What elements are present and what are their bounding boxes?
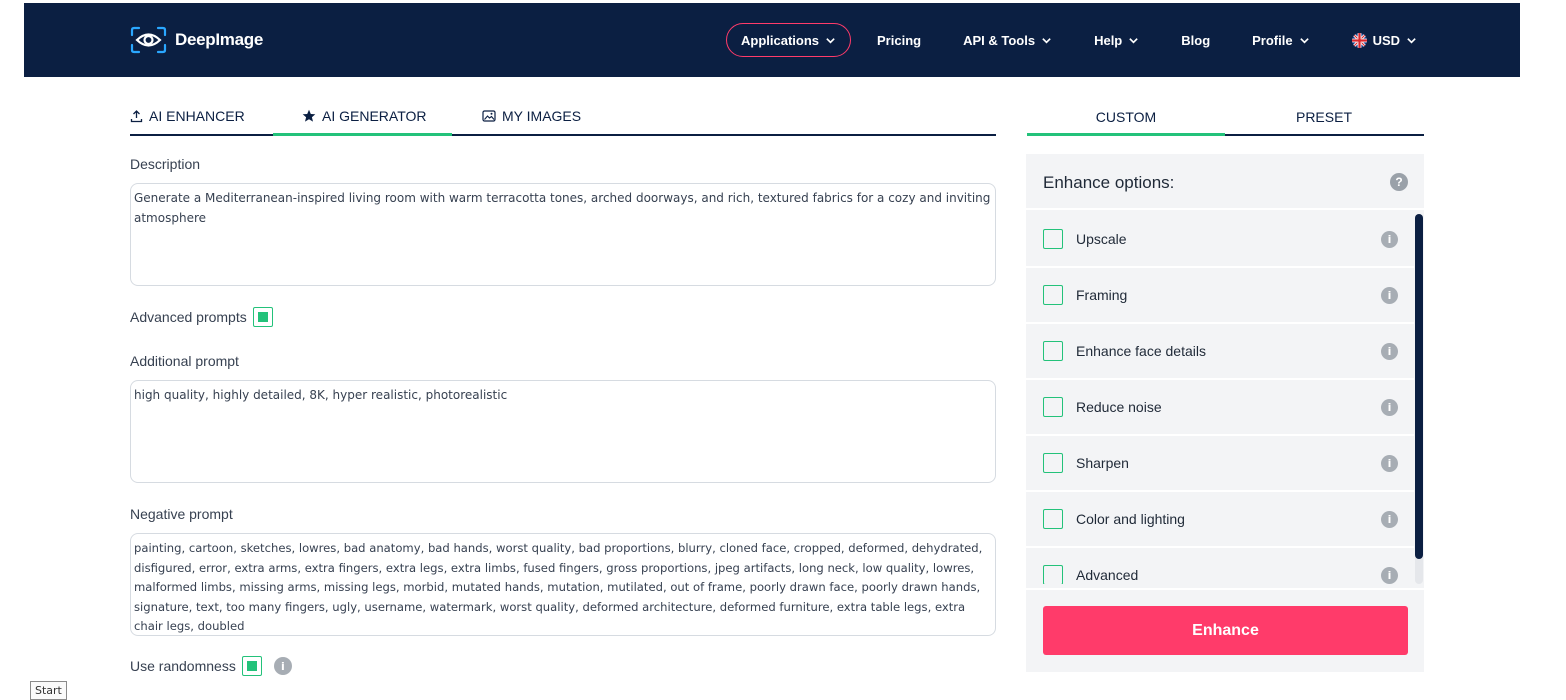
- option-label: Advanced: [1076, 567, 1139, 583]
- option-sharpen[interactable]: Sharpen i: [1026, 436, 1414, 492]
- info-icon[interactable]: i: [1381, 398, 1398, 416]
- help-icon[interactable]: ?: [1390, 173, 1408, 191]
- negative-prompt-input[interactable]: painting, cartoon, sketches, lowres, bad…: [130, 533, 996, 636]
- tab-ai-enhancer[interactable]: AI ENHANCER: [130, 104, 245, 136]
- option-checkbox[interactable]: [1043, 229, 1063, 249]
- nav-currency[interactable]: USD: [1351, 23, 1417, 57]
- advanced-prompts-checkbox[interactable]: [252, 307, 273, 327]
- description-input[interactable]: Generate a Mediterranean-inspired living…: [130, 183, 996, 286]
- option-checkbox[interactable]: [1043, 285, 1063, 305]
- active-tab-indicator: [273, 133, 452, 136]
- nav-blog[interactable]: Blog: [1181, 23, 1210, 57]
- checkbox-fill-icon: [246, 661, 257, 671]
- tab-ai-enhancer-label: AI ENHANCER: [149, 108, 245, 124]
- nav-api-tools-label: API & Tools: [963, 32, 1036, 48]
- option-label: Enhance face details: [1076, 343, 1206, 359]
- info-icon[interactable]: i: [273, 657, 292, 675]
- option-label: Sharpen: [1076, 455, 1129, 471]
- option-label: Color and lighting: [1076, 511, 1185, 527]
- deepimage-logo[interactable]: DeepImage: [130, 26, 263, 54]
- advanced-prompts-row: Advanced prompts: [130, 307, 273, 327]
- tab-preset-label: PRESET: [1295, 109, 1352, 125]
- tab-ai-generator-label: AI GENERATOR: [322, 108, 427, 124]
- tab-my-images[interactable]: MY IMAGES: [482, 104, 581, 136]
- option-enhance-face-details[interactable]: Enhance face details i: [1026, 324, 1414, 380]
- info-icon[interactable]: i: [1381, 342, 1398, 360]
- advanced-prompts-label: Advanced prompts: [130, 309, 247, 325]
- tab-preset[interactable]: PRESET: [1225, 104, 1423, 134]
- info-icon[interactable]: i: [1381, 566, 1398, 584]
- description-label: Description: [130, 156, 201, 172]
- checkbox-fill-icon: [257, 312, 268, 322]
- nav-pricing-label: Pricing: [877, 32, 922, 48]
- option-reduce-noise[interactable]: Reduce noise i: [1026, 380, 1414, 436]
- settings-tabs: CUSTOM PRESET: [1027, 104, 1424, 136]
- nav-api-tools[interactable]: API & Tools: [963, 23, 1052, 57]
- chevron-down-icon: [1407, 37, 1416, 44]
- nav-pricing[interactable]: Pricing: [877, 23, 921, 57]
- enhance-button[interactable]: Enhance: [1043, 606, 1408, 655]
- nav-profile[interactable]: Profile: [1252, 23, 1309, 57]
- use-randomness-label: Use randomness: [130, 658, 236, 674]
- main-tabs: AI ENHANCER AI GENERATOR MY IMAGES: [130, 104, 996, 136]
- tab-ai-generator[interactable]: AI GENERATOR: [302, 104, 427, 136]
- options-scrollbar-thumb[interactable]: [1415, 214, 1423, 559]
- tab-my-images-label: MY IMAGES: [502, 108, 582, 124]
- chevron-down-icon: [826, 37, 835, 44]
- upload-icon: [130, 109, 143, 122]
- info-icon[interactable]: i: [1381, 454, 1398, 472]
- enhance-footer: Enhance: [1026, 588, 1424, 672]
- additional-prompt-label: Additional prompt: [130, 353, 239, 369]
- enhance-options-panel: Enhance options: ? Upscale i Framing i E…: [1026, 154, 1424, 672]
- option-upscale[interactable]: Upscale i: [1026, 212, 1414, 268]
- uk-flag-icon: [1351, 32, 1367, 48]
- nav-help-label: Help: [1094, 32, 1123, 48]
- option-checkbox[interactable]: [1043, 397, 1063, 417]
- star-icon: [302, 109, 316, 122]
- chevron-down-icon: [1129, 37, 1139, 44]
- option-framing[interactable]: Framing i: [1026, 268, 1414, 324]
- enhance-options-title: Enhance options:: [1043, 173, 1175, 192]
- use-randomness-checkbox[interactable]: [241, 656, 262, 676]
- nav-currency-label: USD: [1372, 32, 1401, 48]
- option-color-and-lighting[interactable]: Color and lighting i: [1026, 492, 1414, 548]
- option-label: Framing: [1076, 287, 1128, 303]
- nav-profile-label: Profile: [1252, 32, 1293, 48]
- logo-text: DeepImage: [175, 30, 264, 49]
- option-advanced[interactable]: Advanced i: [1026, 548, 1414, 584]
- tab-custom[interactable]: CUSTOM: [1027, 104, 1225, 134]
- enhance-options-header: Enhance options: ?: [1026, 154, 1424, 210]
- option-checkbox[interactable]: [1043, 453, 1063, 473]
- option-checkbox[interactable]: [1043, 565, 1063, 584]
- eye-logo-icon: [130, 26, 167, 54]
- nav-blog-label: Blog: [1181, 32, 1211, 48]
- start-button[interactable]: Start: [30, 681, 67, 700]
- active-right-tab-indicator: [1027, 133, 1225, 136]
- main-nav: Applications Pricing API & Tools Help Bl…: [726, 23, 1417, 57]
- use-randomness-row: Use randomness i: [130, 656, 292, 676]
- images-icon: [482, 109, 496, 122]
- nav-help[interactable]: Help: [1094, 23, 1139, 57]
- info-icon[interactable]: i: [1381, 510, 1398, 528]
- info-icon[interactable]: i: [1381, 286, 1398, 304]
- option-checkbox[interactable]: [1043, 509, 1063, 529]
- option-label: Upscale: [1076, 231, 1127, 247]
- chevron-down-icon: [1299, 37, 1309, 44]
- enhance-options-list: Upscale i Framing i Enhance face details…: [1026, 212, 1414, 584]
- option-label: Reduce noise: [1076, 399, 1162, 415]
- option-checkbox[interactable]: [1043, 341, 1063, 361]
- nav-applications-label: Applications: [741, 32, 820, 48]
- negative-prompt-label: Negative prompt: [130, 506, 233, 522]
- info-icon[interactable]: i: [1381, 230, 1398, 248]
- chevron-down-icon: [1042, 37, 1051, 44]
- top-navbar: DeepImage Applications Pricing API & Too…: [24, 3, 1520, 77]
- nav-applications[interactable]: Applications: [726, 23, 852, 57]
- additional-prompt-input[interactable]: high quality, highly detailed, 8K, hyper…: [130, 380, 996, 483]
- tab-custom-label: CUSTOM: [1095, 109, 1157, 125]
